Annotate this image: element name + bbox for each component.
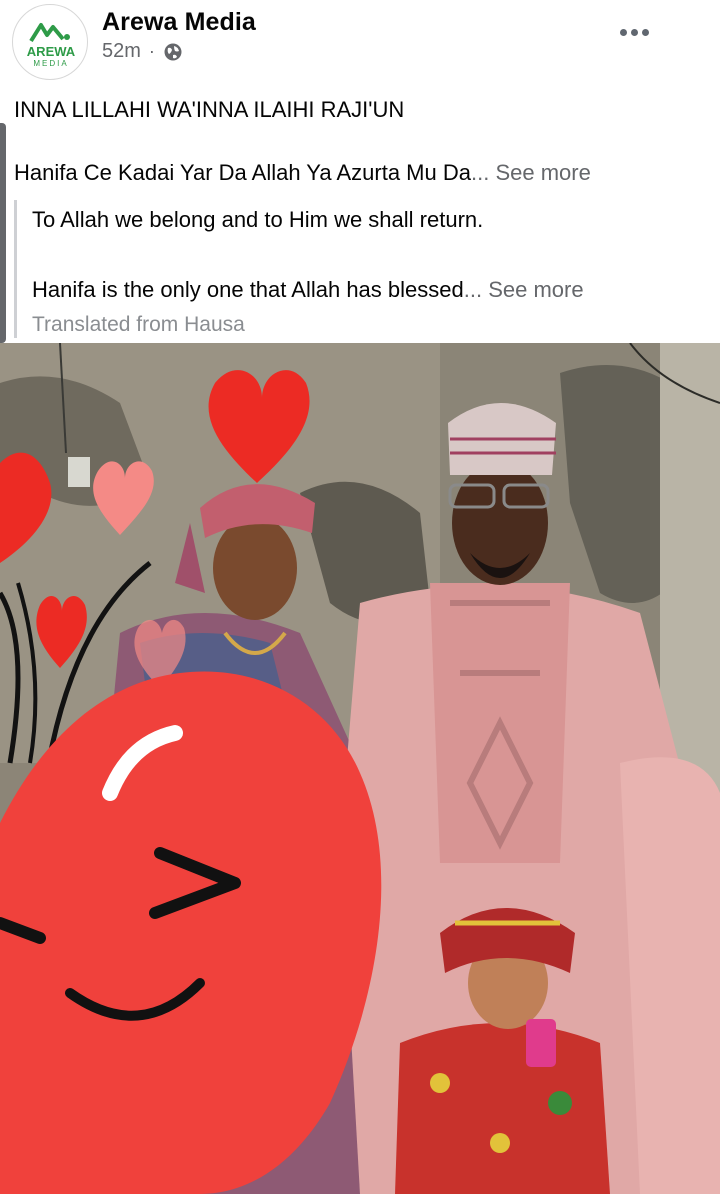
more-options-button[interactable] bbox=[612, 18, 656, 46]
hausa-text: Hanifa Ce Kadai Yar Da Allah Ya Azurta M… bbox=[14, 160, 471, 185]
translation-see-more-link[interactable]: See more bbox=[488, 277, 583, 302]
post-meta: 52m · bbox=[102, 40, 183, 63]
see-more-link[interactable]: See more bbox=[495, 160, 590, 185]
translated-from-note[interactable]: Translated from Hausa bbox=[32, 313, 245, 337]
post-photo[interactable] bbox=[0, 343, 720, 1194]
more-dot bbox=[631, 29, 638, 36]
post-headline: INNA LILLAHI WA'INNA ILAIHI RAJI'UN bbox=[14, 97, 405, 122]
more-dot bbox=[620, 29, 627, 36]
post-header: AREWA MEDIA Arewa Media 52m · bbox=[0, 0, 720, 86]
ellipsis: ... bbox=[470, 160, 490, 185]
post-time[interactable]: 52m bbox=[102, 40, 141, 63]
translation-line-2: Hanifa is the only one that Allah has bl… bbox=[32, 277, 584, 303]
avatar-logo-subtext: MEDIA bbox=[33, 59, 68, 68]
globe-icon bbox=[164, 43, 182, 60]
page-avatar[interactable]: AREWA MEDIA bbox=[12, 4, 88, 80]
avatar-logo-text: AREWA bbox=[27, 44, 76, 59]
family-photo-image bbox=[0, 343, 720, 1194]
meta-separator: · bbox=[148, 41, 155, 61]
arewa-logo-icon: AREWA MEDIA bbox=[27, 23, 76, 68]
more-dot bbox=[642, 29, 649, 36]
page-name-link[interactable]: Arewa Media bbox=[102, 8, 256, 37]
translation-rule bbox=[14, 200, 17, 338]
translation-line-1: To Allah we belong and to Him we shall r… bbox=[32, 207, 484, 232]
post-text-hausa: Hanifa Ce Kadai Yar Da Allah Ya Azurta M… bbox=[14, 160, 591, 186]
translation-text: Hanifa is the only one that Allah has bl… bbox=[32, 277, 464, 302]
ellipsis: ... bbox=[463, 277, 483, 302]
scroll-accent bbox=[0, 123, 6, 343]
